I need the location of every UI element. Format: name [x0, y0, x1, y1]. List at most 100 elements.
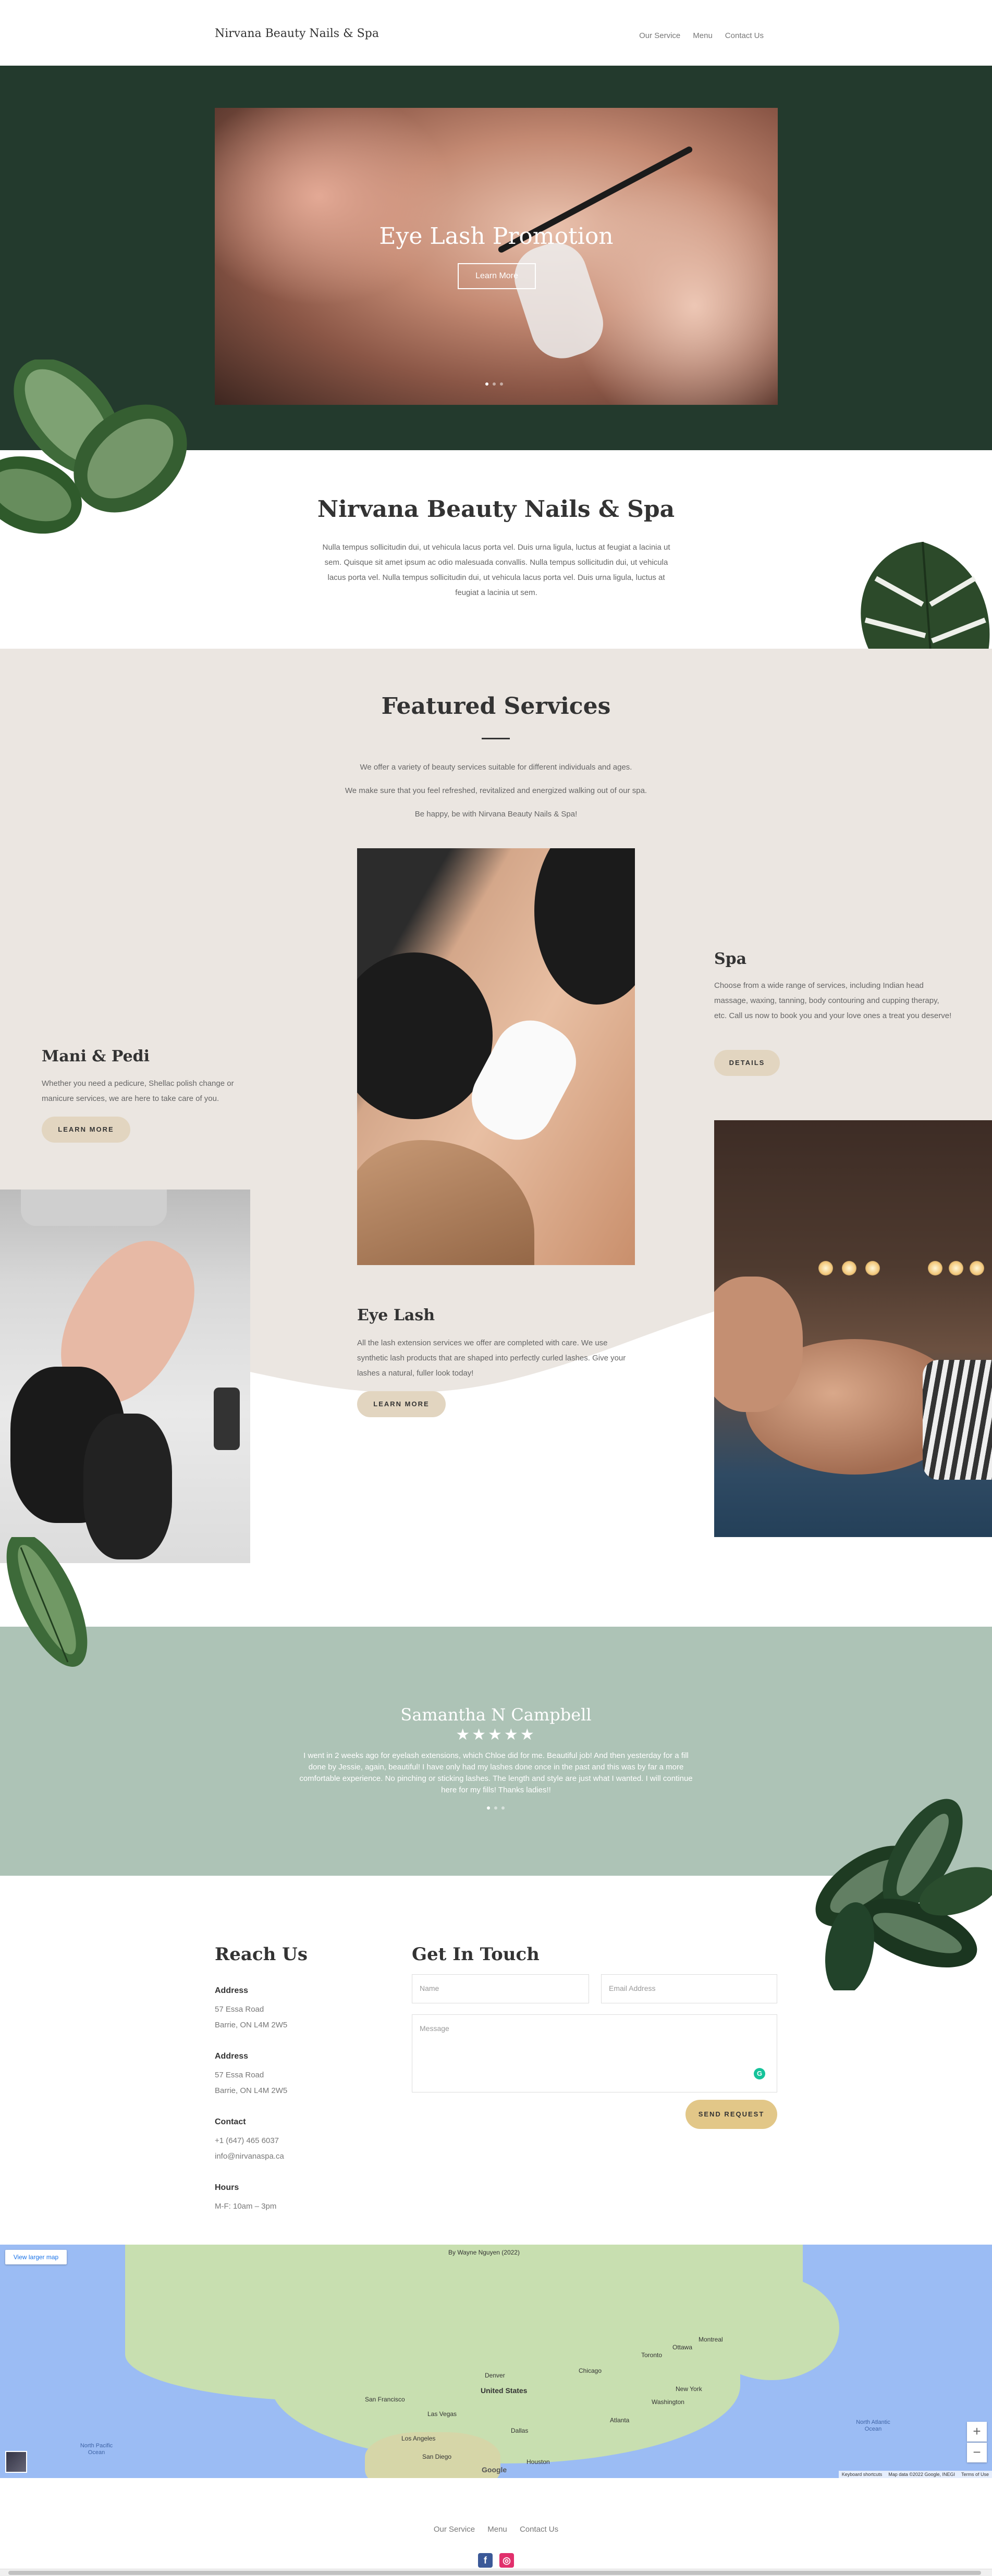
- scrollbar-thumb[interactable]: [8, 2571, 981, 2575]
- spa-text: Choose from a wide range of services, in…: [714, 981, 952, 1020]
- contact-block: Contact +1 (647) 465 6037 info@nirvanasp…: [215, 2115, 284, 2164]
- satellite-toggle[interactable]: [5, 2451, 27, 2473]
- map-title: By Wayne Nguyen (2022): [448, 2249, 520, 2256]
- slider-dot[interactable]: [500, 382, 503, 386]
- address-line: Barrie, ON L4M 2W5: [215, 2021, 288, 2029]
- email-link[interactable]: info@nirvanaspa.ca: [215, 2149, 284, 2164]
- address-heading: Address: [215, 2052, 249, 2061]
- map-footer: Keyboard shortcuts Map data ©2022 Google…: [838, 2471, 992, 2478]
- get-in-touch-title: Get In Touch: [412, 1944, 540, 1965]
- brand-logo[interactable]: Nirvana Beauty Nails & Spa: [215, 27, 379, 40]
- spa-title: Spa: [714, 950, 747, 968]
- grammarly-icon[interactable]: G: [754, 2068, 765, 2079]
- featured-line: Be happy, be with Nirvana Beauty Nails &…: [414, 810, 578, 819]
- eyelash-learn-more-button[interactable]: LEARN MORE: [357, 1391, 446, 1417]
- zoom-out-button[interactable]: −: [967, 2443, 987, 2462]
- view-larger-map-link[interactable]: View larger map: [5, 2250, 67, 2264]
- featured-line: We make sure that you feel refreshed, re…: [345, 786, 647, 795]
- email-input[interactable]: Email Address: [601, 1974, 777, 2003]
- featured-line: We offer a variety of beauty services su…: [360, 763, 632, 772]
- zoom-in-button[interactable]: +: [967, 2422, 987, 2442]
- map-city-label: Denver: [485, 2372, 505, 2379]
- hero-slide-image: Eye Lash Promotion Learn More: [215, 108, 778, 405]
- map-city-label: Atlanta: [610, 2417, 630, 2424]
- map-city-label: Chicago: [579, 2367, 602, 2374]
- fern-leaf-decoration: [6, 1537, 88, 1667]
- nav-menu[interactable]: Menu: [693, 31, 713, 40]
- calathea-plant-decoration: [815, 1799, 992, 1990]
- slider-dot[interactable]: [494, 1806, 497, 1810]
- hours-heading: Hours: [215, 2183, 239, 2192]
- keyboard-shortcuts-link[interactable]: Keyboard shortcuts: [842, 2471, 883, 2478]
- featured-title: Featured Services: [381, 693, 611, 720]
- footer-nav: Our Service Menu Contact Us: [0, 2525, 992, 2534]
- map-land-east: [704, 2276, 839, 2380]
- map-city-label: Las Vegas: [427, 2410, 457, 2418]
- terms-of-use-link[interactable]: Terms of Use: [961, 2471, 989, 2478]
- eyelash-title: Eye Lash: [357, 1306, 435, 1324]
- hours-line: M-F: 10am – 3pm: [215, 2202, 277, 2211]
- phone-link[interactable]: +1 (647) 465 6037: [215, 2133, 284, 2149]
- map-city-label: Houston: [526, 2458, 550, 2466]
- main-nav: Our Service Menu Contact Us: [639, 31, 764, 40]
- map-ocean-label: North Pacific Ocean: [80, 2443, 113, 2456]
- map-city-label: Washington: [652, 2398, 684, 2406]
- map-city-label: New York: [676, 2385, 702, 2393]
- google-map[interactable]: View larger map By Wayne Nguyen (2022) U…: [0, 2245, 992, 2478]
- horizontal-scrollbar[interactable]: [0, 2569, 992, 2576]
- map-city-label: Ottawa: [672, 2344, 693, 2351]
- site-header: Nirvana Beauty Nails & Spa Our Service M…: [0, 0, 992, 66]
- address-heading: Address: [215, 1986, 249, 1995]
- featured-divider: [482, 738, 510, 739]
- footer-nav-menu[interactable]: Menu: [487, 2525, 507, 2534]
- address-line: 57 Essa Road: [215, 2071, 264, 2079]
- intro-title: Nirvana Beauty Nails & Spa: [317, 496, 675, 523]
- nav-our-service[interactable]: Our Service: [639, 31, 680, 40]
- name-input[interactable]: Name: [412, 1974, 589, 2003]
- testimonial-slider-dots: [487, 1806, 505, 1810]
- map-ocean-label: North Atlantic Ocean: [856, 2419, 890, 2432]
- eyelash-text: All the lash extension services we offer…: [357, 1339, 626, 1378]
- slider-dot[interactable]: [493, 382, 496, 386]
- map-country-label: United States: [481, 2386, 528, 2395]
- footer-nav-our-service[interactable]: Our Service: [434, 2525, 475, 2534]
- send-request-button[interactable]: SEND REQUEST: [685, 2100, 777, 2129]
- eyelash-service-image: [357, 848, 635, 1265]
- map-city-label: San Diego: [422, 2453, 452, 2460]
- map-city-label: Toronto: [641, 2351, 663, 2359]
- reach-us-title: Reach Us: [215, 1944, 308, 1965]
- contact-heading: Contact: [215, 2117, 246, 2126]
- map-land-us: [271, 2307, 740, 2463]
- address-line: Barrie, ON L4M 2W5: [215, 2086, 288, 2095]
- testimonial-author: Samantha N Campbell: [400, 1705, 592, 1725]
- map-data-text: Map data ©2022 Google, INEGI: [888, 2472, 955, 2477]
- map-city-label: San Francisco: [365, 2396, 405, 2403]
- mani-pedi-learn-more-button[interactable]: LEARN MORE: [42, 1117, 130, 1143]
- testimonial-text: I went in 2 weeks ago for eyelash extens…: [299, 1751, 693, 1794]
- instagram-icon[interactable]: ◎: [499, 2553, 514, 2568]
- hero-learn-more-button[interactable]: Learn More: [458, 263, 536, 289]
- footer-nav-contact-us[interactable]: Contact Us: [520, 2525, 558, 2534]
- map-city-label: Dallas: [511, 2427, 529, 2434]
- mani-pedi-title: Mani & Pedi: [42, 1047, 150, 1066]
- facebook-icon[interactable]: f: [478, 2553, 493, 2568]
- address-block: Address 57 Essa Road Barrie, ON L4M 2W5: [215, 1984, 287, 2033]
- hero-title: Eye Lash Promotion: [379, 223, 614, 250]
- slider-dot[interactable]: [501, 1806, 505, 1810]
- rating-stars-icon: ★★★★★: [456, 1726, 536, 1743]
- map-city-label: Los Angeles: [401, 2435, 436, 2442]
- spa-service-image: [714, 1120, 992, 1537]
- hero-slider-dots: [485, 382, 503, 386]
- nails-service-image: [0, 1190, 250, 1563]
- spa-details-button[interactable]: DETAILS: [714, 1050, 780, 1076]
- message-placeholder: Message: [420, 2024, 449, 2033]
- featured-intro: We offer a variety of beauty services su…: [0, 756, 992, 826]
- message-textarea[interactable]: Message G: [412, 2014, 777, 2092]
- mani-pedi-text: Whether you need a pedicure, Shellac pol…: [42, 1079, 234, 1103]
- slider-dot[interactable]: [487, 1806, 490, 1810]
- slider-dot[interactable]: [485, 382, 488, 386]
- address-line: 57 Essa Road: [215, 2005, 264, 2014]
- hours-block: Hours M-F: 10am – 3pm: [215, 2181, 276, 2214]
- google-logo: Google: [482, 2466, 507, 2474]
- nav-contact-us[interactable]: Contact Us: [725, 31, 764, 40]
